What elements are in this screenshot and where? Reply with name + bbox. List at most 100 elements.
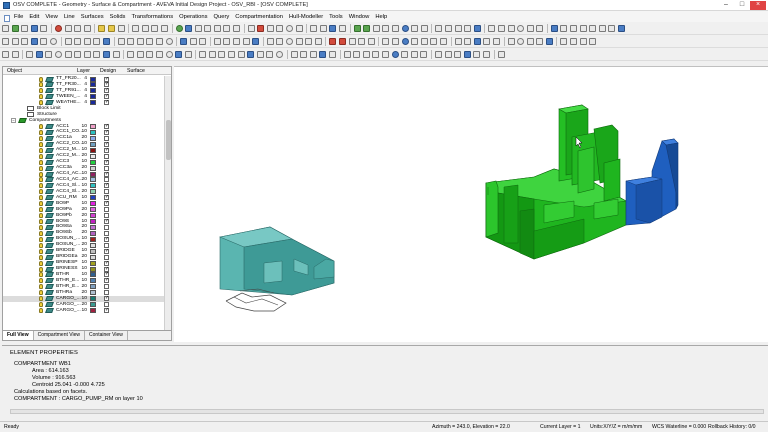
toolbar-tool-icon[interactable] (40, 24, 48, 32)
toolbar-tool-icon[interactable] (127, 37, 135, 45)
toolbar-tool-icon[interactable] (213, 24, 221, 32)
visibility-bulb-icon[interactable] (39, 88, 43, 94)
visibility-bulb-icon[interactable] (39, 159, 43, 165)
toolbar-tool-icon[interactable] (266, 24, 274, 32)
color-swatch[interactable] (90, 153, 96, 159)
toolbar-tool-icon[interactable] (136, 37, 144, 45)
toolbar-tool-icon[interactable] (199, 50, 207, 58)
color-swatch[interactable] (90, 266, 96, 272)
design-checkbox[interactable] (104, 242, 109, 248)
color-swatch[interactable] (90, 290, 96, 296)
toolbar-tool-icon[interactable] (329, 24, 337, 32)
visibility-bulb-icon[interactable] (39, 290, 43, 296)
toolbar-tool-icon[interactable] (362, 50, 370, 58)
visibility-bulb-icon[interactable] (39, 242, 43, 248)
toolbar-tool-icon[interactable] (11, 24, 19, 32)
toolbar-tool-icon[interactable] (401, 24, 409, 32)
toolbar-tool-icon[interactable] (295, 37, 303, 45)
design-checkbox[interactable]: ✓ (104, 260, 109, 266)
color-swatch[interactable] (90, 260, 96, 266)
toolbar-tool-icon[interactable] (40, 37, 48, 45)
visibility-bulb-icon[interactable] (39, 153, 43, 159)
toolbar-tool-icon[interactable] (165, 37, 173, 45)
toolbar-tool-icon[interactable] (2, 37, 9, 45)
visibility-bulb-icon[interactable] (39, 171, 43, 177)
visibility-bulb-icon[interactable] (39, 254, 43, 260)
toolbar-tool-icon[interactable] (117, 37, 125, 45)
toolbar-tool-icon[interactable] (492, 37, 500, 45)
toolbar-tool-icon[interactable] (286, 24, 294, 32)
column-object[interactable]: Object (7, 68, 22, 74)
toolbar-tool-icon[interactable] (175, 50, 183, 58)
color-swatch[interactable] (90, 224, 96, 230)
toolbar-tool-icon[interactable] (83, 37, 91, 45)
toolbar-tool-icon[interactable] (391, 50, 399, 58)
toolbar-tool-icon[interactable] (454, 37, 462, 45)
maximize-icon[interactable]: □ (734, 1, 750, 10)
toolbar-tool-icon[interactable] (507, 37, 515, 45)
toolbar-tool-icon[interactable] (93, 50, 101, 58)
color-swatch[interactable] (90, 82, 96, 88)
color-swatch[interactable] (90, 219, 96, 224)
visibility-bulb-icon[interactable] (39, 141, 43, 147)
toolbar-tool-icon[interactable] (570, 24, 578, 32)
design-checkbox[interactable] (104, 165, 109, 171)
design-checkbox[interactable]: ✓ (104, 248, 109, 254)
toolbar-tool-icon[interactable] (256, 50, 264, 58)
toolbar-tool-icon[interactable] (411, 24, 419, 32)
toolbar-tool-icon[interactable] (2, 24, 9, 32)
color-swatch[interactable] (90, 141, 96, 147)
color-swatch[interactable] (90, 76, 96, 82)
menu-help[interactable]: Help (372, 14, 390, 20)
toolbar-tool-icon[interactable] (54, 24, 62, 32)
toolbar-tool-icon[interactable] (329, 37, 337, 45)
color-swatch[interactable] (90, 254, 96, 260)
toolbar-tool-icon[interactable] (11, 37, 19, 45)
toolbar-tool-icon[interactable] (223, 24, 231, 32)
toolbar-tool-icon[interactable] (286, 37, 294, 45)
toolbar-tool-icon[interactable] (194, 24, 202, 32)
toolbar-tool-icon[interactable] (233, 24, 241, 32)
menu-query[interactable]: Query (211, 14, 233, 20)
toolbar-tool-icon[interactable] (49, 37, 57, 45)
properties-scrollbar[interactable] (10, 409, 764, 414)
column-surface[interactable]: Surface (127, 68, 145, 74)
toolbar-tool-icon[interactable] (420, 50, 428, 58)
visibility-bulb-icon[interactable] (39, 124, 43, 129)
toolbar-tool-icon[interactable] (319, 24, 327, 32)
toolbar-tool-icon[interactable] (175, 24, 183, 32)
toolbar-tool-icon[interactable] (434, 50, 442, 58)
toolbar-tool-icon[interactable] (608, 24, 616, 32)
toolbar-tool-icon[interactable] (411, 37, 419, 45)
visibility-bulb-icon[interactable] (39, 284, 43, 290)
toolbar-tool-icon[interactable] (526, 37, 534, 45)
design-checkbox[interactable]: ✓ (104, 308, 109, 314)
visibility-bulb-icon[interactable] (39, 224, 43, 230)
teal-compartment-model[interactable] (218, 226, 335, 312)
color-swatch[interactable] (90, 236, 96, 242)
visibility-bulb-icon[interactable] (39, 183, 43, 189)
menu-tools[interactable]: Tools (326, 14, 346, 20)
collapse-icon[interactable]: − (11, 118, 16, 124)
toolbar-tool-icon[interactable] (45, 50, 53, 58)
toolbar-tool-icon[interactable] (74, 50, 82, 58)
toolbar-tool-icon[interactable] (367, 37, 375, 45)
color-swatch[interactable] (90, 147, 96, 153)
menu-compartmentation[interactable]: Compartmentation (232, 14, 286, 20)
toolbar-tool-icon[interactable] (339, 37, 346, 45)
toolbar-tool-icon[interactable] (30, 37, 38, 45)
close-icon[interactable]: × (750, 1, 766, 10)
toolbar-tool-icon[interactable] (560, 37, 568, 45)
toolbar-tool-icon[interactable] (132, 24, 140, 32)
toolbar-tool-icon[interactable] (276, 24, 284, 32)
tree-scroll-thumb[interactable] (166, 120, 171, 160)
design-checkbox[interactable]: ✓ (104, 171, 109, 177)
toolbar-tool-icon[interactable] (589, 24, 597, 32)
toolbar-tool-icon[interactable] (141, 24, 149, 32)
design-checkbox[interactable]: ✓ (104, 296, 109, 302)
color-swatch[interactable] (90, 296, 96, 302)
toolbar-tool-icon[interactable] (30, 24, 38, 32)
visibility-bulb-icon[interactable] (39, 135, 43, 141)
toolbar-tool-icon[interactable] (372, 24, 380, 32)
toolbar-tool-icon[interactable] (439, 37, 447, 45)
